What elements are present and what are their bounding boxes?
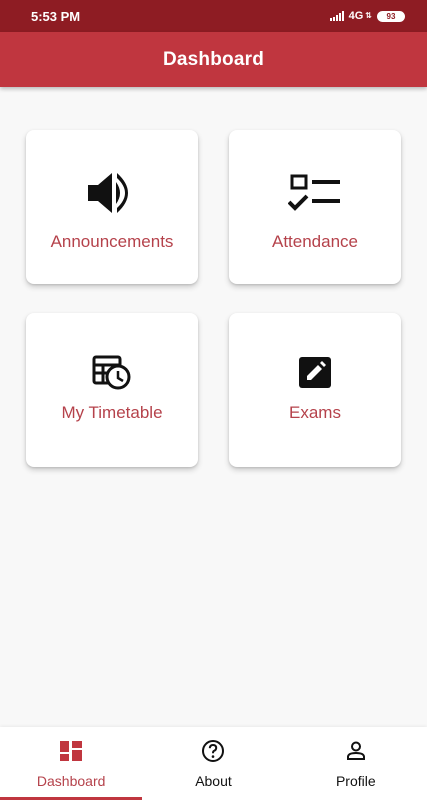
person-icon (346, 739, 366, 763)
app-bar: Dashboard (0, 32, 427, 87)
app-screen: 5:53 PM 4G ⇅ 93 Dashboard Announcements (0, 0, 427, 800)
data-activity-icon: ⇅ (365, 11, 372, 20)
my-timetable-label: My Timetable (61, 403, 163, 422)
exams-card[interactable]: Exams (229, 313, 401, 467)
attendance-card[interactable]: Attendance (229, 130, 401, 284)
schedule-icon (92, 355, 131, 390)
status-time: 5:53 PM (31, 8, 81, 24)
dashboard-icon (60, 739, 83, 763)
page-title: Dashboard (162, 48, 265, 70)
signal-icon (329, 11, 344, 21)
checklist-icon (288, 174, 340, 211)
volume-up-icon (88, 173, 128, 213)
announcements-card[interactable]: Announcements (26, 130, 198, 284)
nav-label-dashboard: Dashboard (36, 773, 106, 789)
battery-icon: 93 (377, 10, 405, 22)
status-indicators: 4G ⇅ 93 (329, 10, 405, 22)
edit-icon (299, 357, 331, 388)
my-timetable-card[interactable]: My Timetable (26, 313, 198, 467)
attendance-label: Attendance (271, 232, 358, 251)
status-bar: 5:53 PM 4G ⇅ 93 (0, 0, 427, 32)
nav-item-dashboard[interactable]: Dashboard (0, 727, 143, 800)
bottom-navigation: Dashboard About Profile (0, 727, 427, 800)
nav-item-about[interactable]: About (142, 727, 284, 800)
nav-item-profile[interactable]: Profile (285, 727, 427, 800)
exams-label: Exams (289, 403, 341, 422)
nav-label-about: About (195, 773, 232, 789)
battery-level: 93 (386, 11, 396, 21)
announcements-label: Announcements (50, 232, 174, 251)
network-type: 4G (348, 10, 364, 22)
help-circle-icon (201, 739, 225, 763)
nav-label-profile: Profile (335, 773, 376, 789)
